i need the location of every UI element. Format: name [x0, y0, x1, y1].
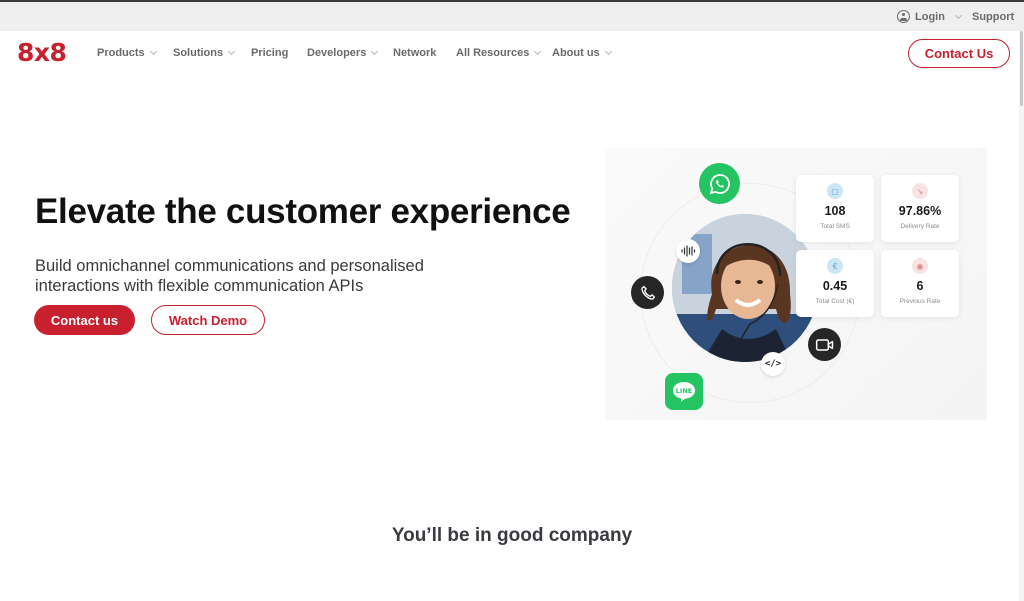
user-circle-icon	[897, 10, 910, 23]
nav-item-network[interactable]: Network	[393, 47, 436, 59]
chevron-down-icon	[954, 11, 962, 19]
stat-value: 6	[916, 279, 924, 293]
nav-item-label: Network	[393, 47, 437, 59]
stat-card-previous-rate: ◉ 6 Previous Rate	[881, 250, 959, 317]
euro-icon: €	[827, 258, 843, 274]
hero-subtitle: Build omnichannel communications and per…	[35, 257, 424, 295]
chevron-down-icon	[534, 47, 542, 56]
nav-item-label: All Resources	[456, 47, 530, 59]
whatsapp-icon	[699, 163, 740, 204]
logo-8x8[interactable]: 8x8	[17, 38, 67, 67]
nav-item-label: Solutions	[173, 47, 224, 59]
video-icon	[808, 328, 841, 361]
nav-item-solutions[interactable]: Solutions	[173, 47, 236, 59]
code-icon: </>	[761, 352, 785, 376]
rate-icon: ◉	[912, 258, 928, 274]
good-company-heading: You’ll be in good company	[391, 525, 633, 546]
stat-label: Previous Rate	[899, 298, 941, 305]
nav-item-label: Developers	[307, 47, 367, 59]
scrollbar-thumb[interactable]	[1020, 31, 1023, 106]
chevron-down-icon	[604, 47, 612, 56]
stat-card-total-cost: € 0.45 Total Cost (€)	[796, 250, 874, 317]
utility-bar: Login Support	[0, 2, 1024, 31]
chat-icon: ▢	[827, 183, 843, 199]
login-label: Login	[915, 10, 945, 23]
phone-icon	[631, 276, 664, 309]
contact-us-button[interactable]: Contact Us	[908, 39, 1010, 68]
voice-wave-icon	[676, 239, 700, 263]
trend-down-icon: ↘	[912, 183, 928, 199]
hero-title: Elevate the customer experience	[35, 192, 571, 231]
login-menu[interactable]: Login	[897, 10, 962, 23]
line-icon: LINE	[665, 373, 703, 410]
stat-value: 97.86%	[898, 204, 942, 218]
nav-item-developers[interactable]: Developers	[307, 47, 379, 59]
nav-item-label: About us	[552, 47, 600, 59]
chevron-down-icon	[149, 47, 157, 56]
stat-card-delivery-rate: ↘ 97.86% Delivery Rate	[881, 175, 959, 242]
nav-item-label: Products	[97, 47, 145, 59]
nav-item-products[interactable]: Products	[97, 47, 157, 59]
stat-value: 108	[824, 204, 846, 218]
stat-card-total-sms: ▢ 108 Total SMS	[796, 175, 874, 242]
support-link[interactable]: Support	[972, 11, 1014, 23]
contact-us-hero-button[interactable]: Contact us	[34, 305, 135, 335]
watch-demo-button[interactable]: Watch Demo	[151, 305, 265, 335]
stat-value: 0.45	[822, 279, 848, 293]
stat-label: Total SMS	[820, 223, 850, 230]
chevron-down-icon	[228, 47, 236, 56]
nav-item-all-resources[interactable]: All Resources	[456, 47, 542, 59]
line-label: LINE	[676, 387, 692, 395]
page-scrollbar[interactable]	[1019, 31, 1024, 601]
stat-label: Delivery Rate	[900, 223, 940, 230]
chevron-down-icon	[371, 47, 379, 56]
stat-label: Total Cost (€)	[815, 298, 855, 305]
nav-item-label: Pricing	[251, 47, 289, 59]
main-nav: 8x8 Products Solutions Pricing Developer…	[0, 31, 1024, 76]
nav-item-pricing[interactable]: Pricing	[251, 47, 288, 59]
nav-item-about-us[interactable]: About us	[552, 47, 612, 59]
